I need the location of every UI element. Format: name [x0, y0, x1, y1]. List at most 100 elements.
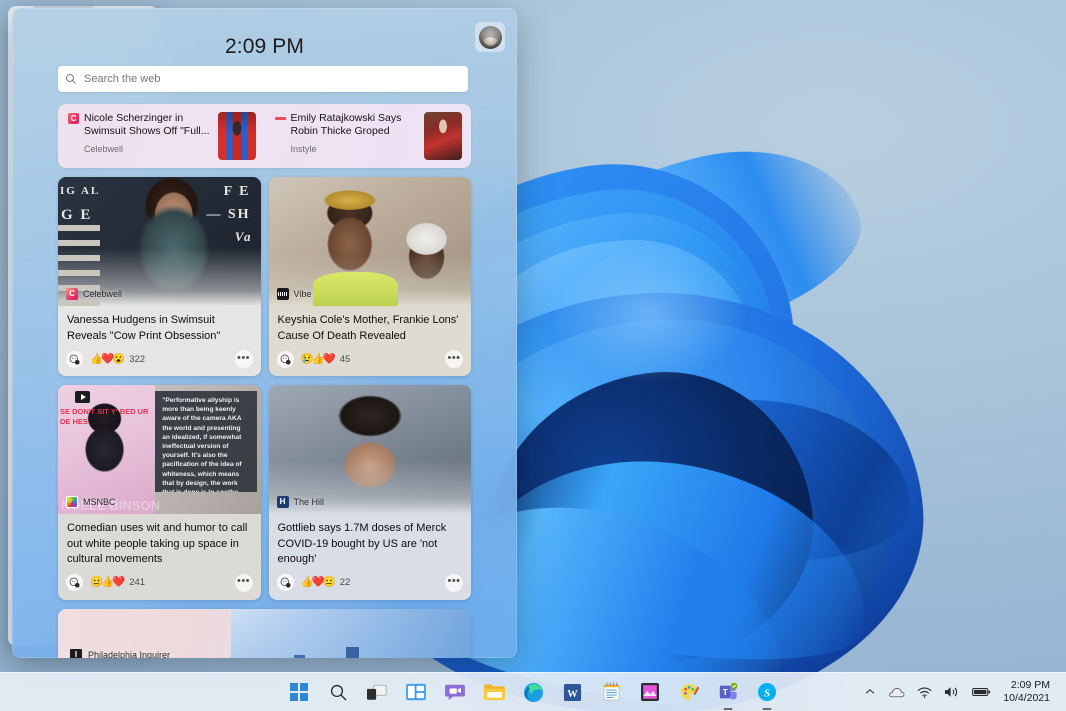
reaction-icon: ❤️ [112, 577, 125, 588]
card-title: Keyshia Cole's Mother, Frankie Lons' Cau… [278, 313, 463, 344]
avatar-image [479, 26, 502, 49]
card-source-name: MSNBC [83, 497, 116, 507]
card-source-badge: Philadelphia Inquirer [70, 649, 170, 659]
notepad-button[interactable] [597, 678, 625, 706]
headline-title: Emily Ratajkowski Says Robin Thicke Grop… [291, 112, 418, 138]
overlay-t2: G E [61, 207, 92, 224]
card-footer: 😐 👍 ❤️ 241 ••• [58, 568, 261, 600]
cloud-icon[interactable] [882, 677, 911, 707]
running-indicator [724, 708, 733, 711]
headline-title: Nicole Scherzinger in Swimsuit Shows Off… [84, 112, 211, 138]
file-explorer-button[interactable] [480, 678, 508, 706]
headline-head: Emily Ratajkowski Says Robin Thicke Grop… [275, 112, 418, 138]
clock-time: 2:09 PM [1003, 679, 1050, 692]
microsoft-edge-button[interactable] [519, 678, 547, 706]
news-card-grid-row-2: SE DON'T SIT Y' BED UR DE HES "Performat… [58, 385, 471, 600]
chat-button[interactable] [441, 678, 469, 706]
reaction-icons[interactable]: 😐 👍 ❤️ 241 [90, 577, 145, 588]
headline-source: Instyle [291, 144, 418, 154]
user-avatar[interactable] [475, 22, 505, 52]
news-card-gottlieb[interactable]: The Hill Gottlieb says 1.7M doses of Mer… [269, 385, 472, 600]
overlay-t5: Va [235, 229, 253, 245]
skyline-building [294, 655, 305, 659]
reaction-count: 322 [129, 354, 145, 365]
card-footer: 👍 ❤️ 😐 22 ••• [269, 568, 472, 600]
headline-item-nicole[interactable]: Nicole Scherzinger in Swimsuit Shows Off… [58, 104, 265, 168]
running-indicator [763, 708, 772, 711]
skyline-building [346, 647, 359, 659]
headline-head: Nicole Scherzinger in Swimsuit Shows Off… [68, 112, 211, 138]
reaction-count: 22 [340, 577, 351, 588]
instyle-logo-icon [275, 117, 286, 120]
widgets-clock: 2:09 PM [12, 35, 517, 59]
card-image-poster: SE DON'T SIT Y' BED UR DE HES [58, 385, 155, 514]
card-source-badge: Vibe [277, 288, 312, 300]
news-card-comedian[interactable]: SE DON'T SIT Y' BED UR DE HES "Performat… [58, 385, 261, 600]
teams-button[interactable]: T [714, 678, 742, 706]
task-view-button[interactable] [363, 678, 391, 706]
desktop-screen: F 2:09 PM [0, 0, 1066, 711]
poster-text: SE DON'T SIT Y' BED UR DE HES [60, 407, 155, 427]
wifi-icon[interactable] [911, 677, 938, 707]
widgets-panel[interactable]: 2:09 PM [12, 8, 517, 658]
reaction-icons[interactable]: 👍 ❤️ 😮 322 [90, 354, 145, 365]
card-source-badge: Celebwell [66, 288, 122, 300]
search-button[interactable] [324, 678, 352, 706]
speaker-icon[interactable] [938, 677, 966, 707]
word-button[interactable]: W [558, 678, 586, 706]
widgets-header: 2:09 PM [12, 8, 517, 60]
card-image: The Hill [269, 385, 472, 514]
more-options-icon[interactable]: ••• [235, 574, 253, 592]
widgets-content: Nicole Scherzinger in Swimsuit Shows Off… [12, 104, 517, 658]
card-footer: 😢 👍 ❤️ 45 ••• [269, 344, 472, 376]
news-card-vanessa-hudgens[interactable]: IG AL G E F E — SH Va Celebwell [58, 177, 261, 376]
headline-thumbnail [424, 112, 462, 160]
comment-icon[interactable] [66, 574, 83, 591]
widgets-scroll-area[interactable]: 2:09 PM [12, 8, 517, 658]
news-card-keyshia-cole[interactable]: Vibe Keyshia Cole's Mother, Frankie Lons… [269, 177, 472, 376]
reaction-icons[interactable]: 👍 ❤️ 😐 22 [301, 577, 351, 588]
card-image-detail [313, 272, 398, 306]
reaction-count: 241 [129, 577, 145, 588]
play-video-icon[interactable] [75, 391, 90, 403]
skype-button[interactable]: S [753, 678, 781, 706]
start-button[interactable] [285, 678, 313, 706]
card-image: SE DON'T SIT Y' BED UR DE HES "Performat… [58, 385, 261, 514]
photos-button[interactable] [636, 678, 664, 706]
more-options-icon[interactable]: ••• [445, 574, 463, 592]
comment-icon[interactable] [277, 351, 294, 368]
widgets-button[interactable] [402, 678, 430, 706]
card-title: Gottlieb says 1.7M doses of Merck COVID-… [278, 521, 463, 568]
taskbar-clock[interactable]: 2:09 PM 10/4/2021 [997, 679, 1060, 705]
taskbar: W [0, 672, 1066, 711]
card-title: Comedian uses wit and humor to call out … [67, 521, 252, 568]
card-quote-overlay: "Performative allyship is more than bein… [155, 391, 256, 492]
comment-icon[interactable] [66, 351, 83, 368]
headline-strip[interactable]: Nicole Scherzinger in Swimsuit Shows Off… [58, 104, 471, 168]
card-source-name: Celebwell [83, 289, 122, 299]
overlay-t1: IG AL [60, 185, 100, 197]
headline-item-emily[interactable]: Emily Ratajkowski Says Robin Thicke Grop… [265, 104, 472, 168]
more-options-icon[interactable]: ••• [235, 350, 253, 368]
card-image: Vibe [269, 177, 472, 306]
card-source-badge: The Hill [277, 496, 325, 508]
paint-button[interactable] [675, 678, 703, 706]
card-image [231, 609, 471, 659]
card-body: Vanessa Hudgens in Swimsuit Reveals "Cow… [58, 306, 261, 344]
news-card-philadelphia-inquirer[interactable]: Philadelphia Inquirer After illness, 6AB… [58, 609, 471, 659]
search-web-box[interactable] [58, 66, 468, 92]
reaction-icon: 😮 [112, 354, 125, 365]
vibe-logo-icon [277, 288, 289, 300]
reaction-icons[interactable]: 😢 👍 ❤️ 45 [301, 354, 351, 365]
comment-icon[interactable] [277, 574, 294, 591]
card-body: Keyshia Cole's Mother, Frankie Lons' Cau… [269, 306, 472, 344]
system-tray: 2:09 PM 10/4/2021 [858, 673, 1060, 711]
battery-icon[interactable] [966, 677, 997, 707]
philadelphia-inquirer-logo-icon [70, 649, 82, 659]
chevron-up-icon[interactable] [858, 677, 882, 707]
more-options-icon[interactable]: ••• [445, 350, 463, 368]
the-hill-logo-icon [277, 496, 289, 508]
search-input[interactable] [84, 73, 468, 85]
reaction-icon: 😐 [323, 577, 336, 588]
card-source-badge: MSNBC [66, 496, 116, 508]
